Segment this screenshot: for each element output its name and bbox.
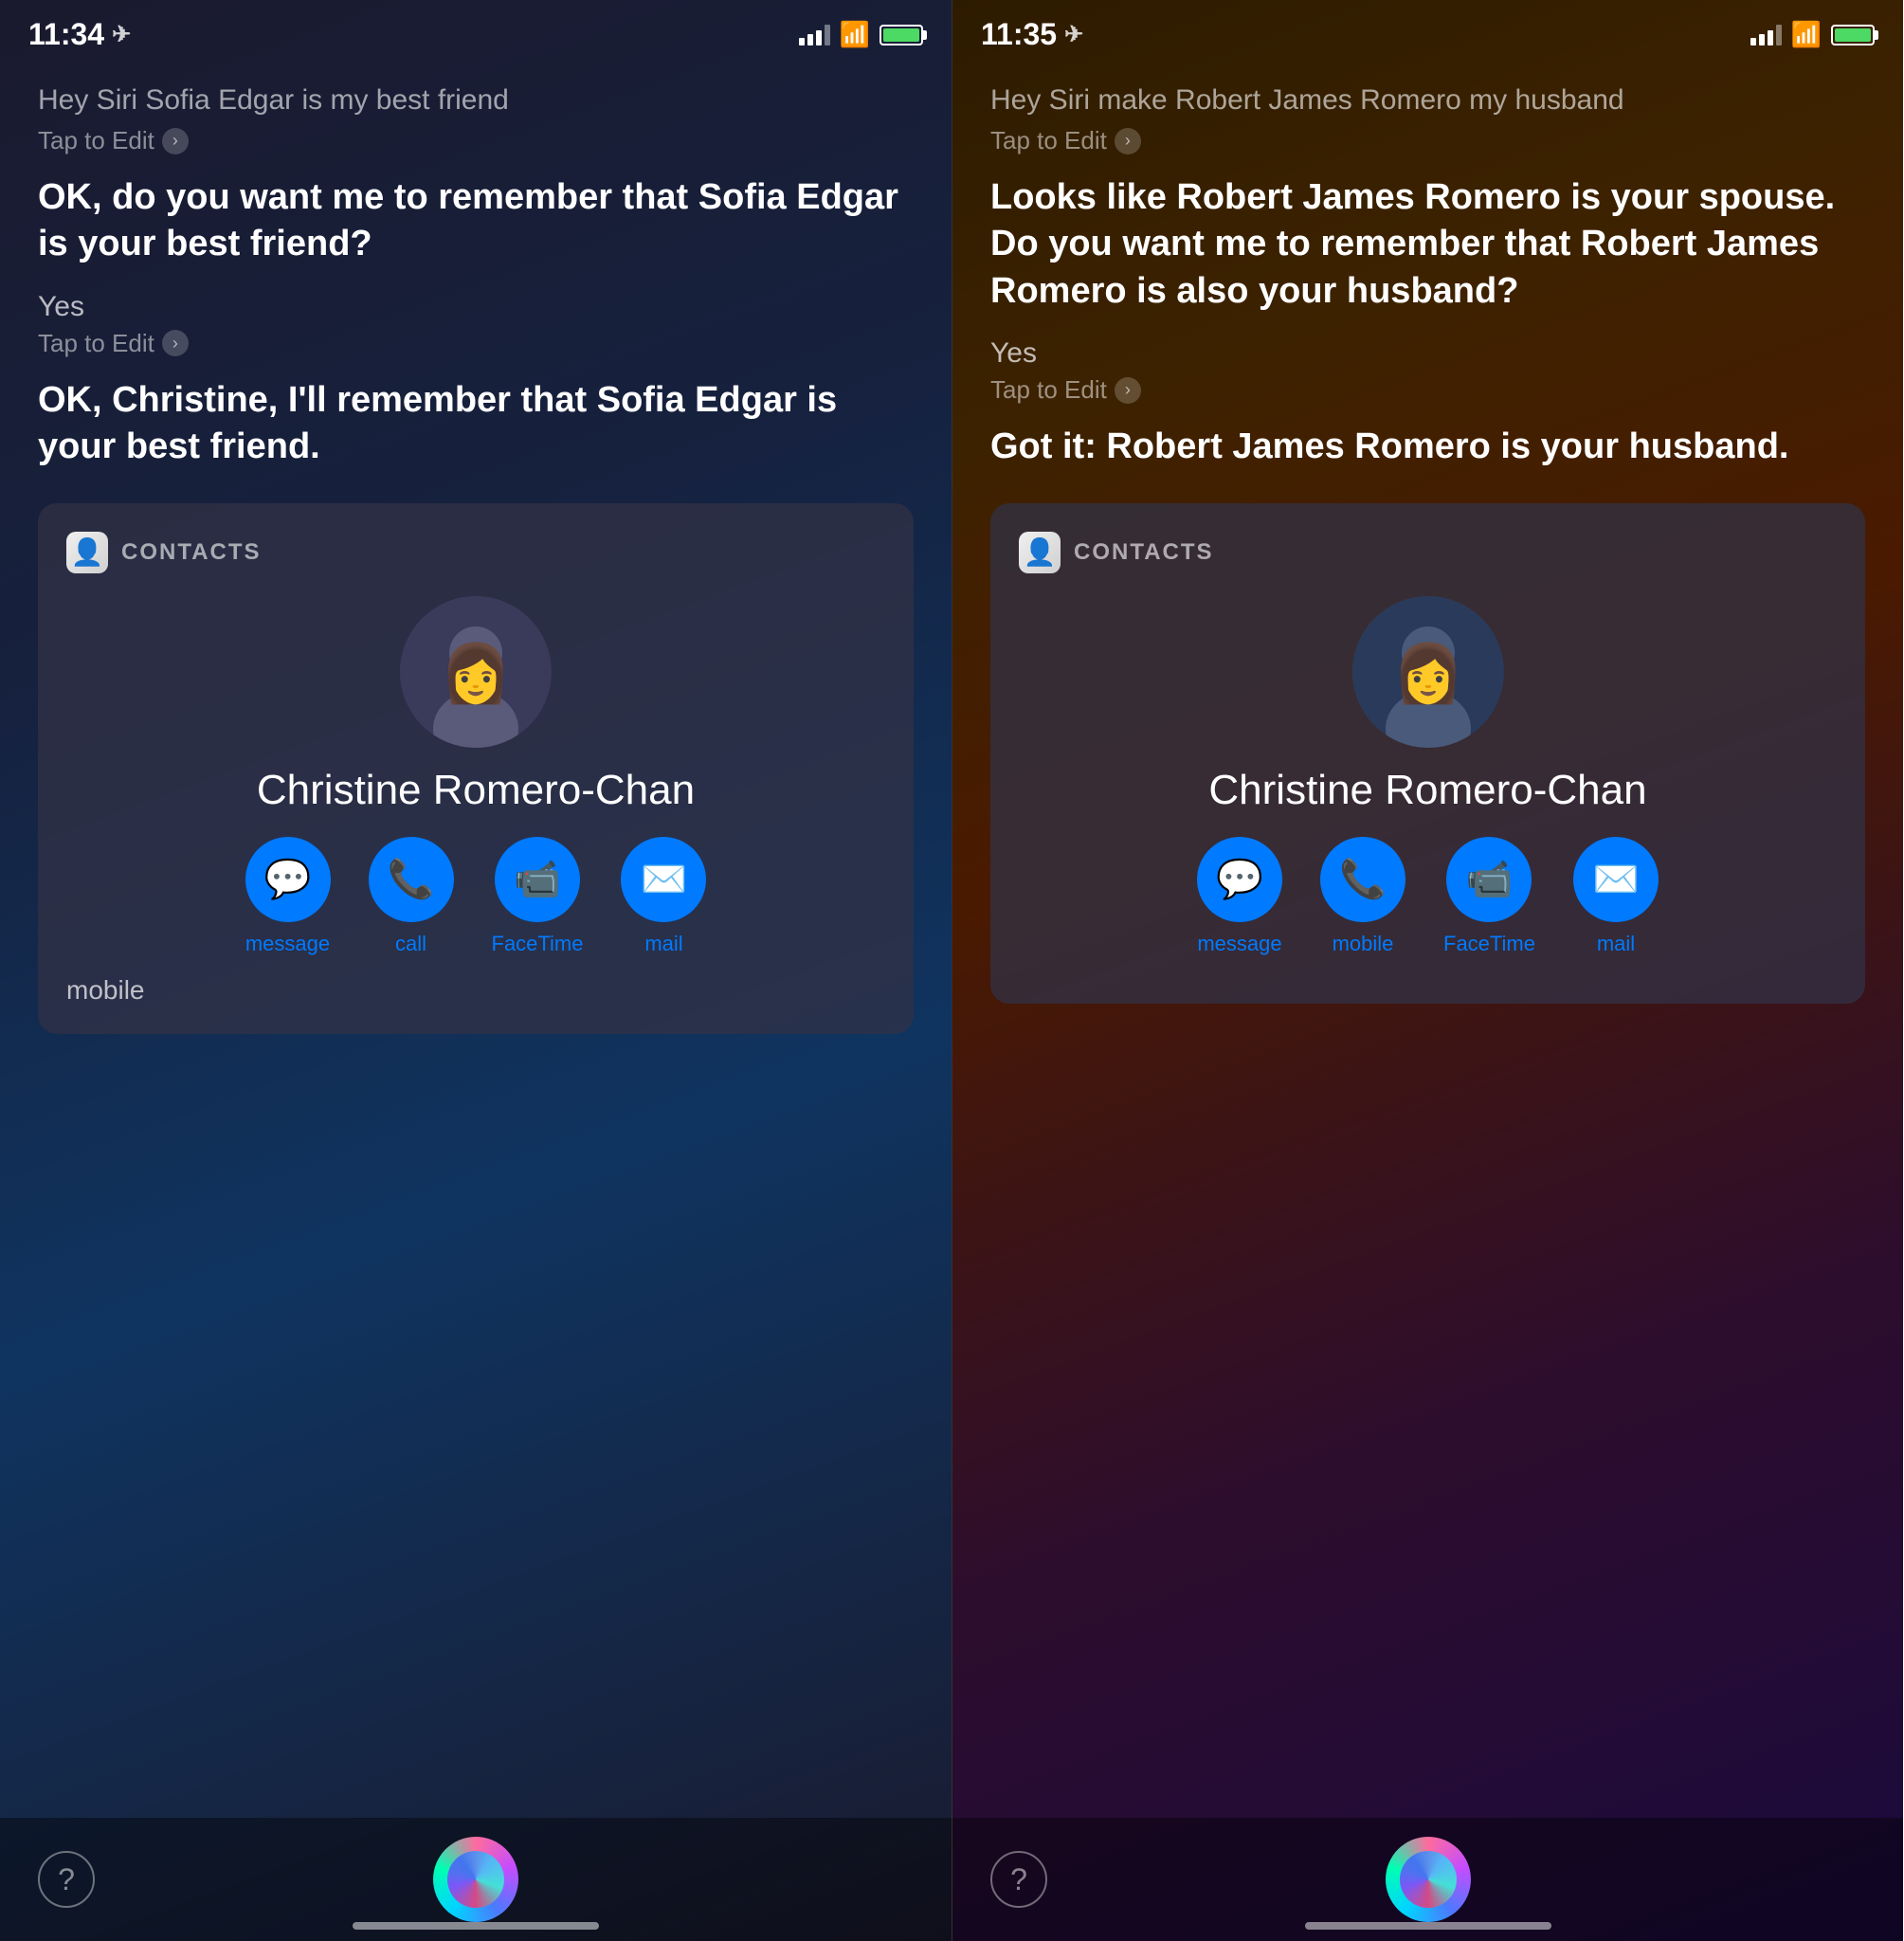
signal-icon-left [799,25,830,45]
left-contacts-card: 👤 CONTACTS 👩 Christine Romero-Chan 💬 [38,503,914,1034]
battery-icon-right [1831,25,1875,45]
time-left: 11:34 [28,17,104,52]
left-mobile-label: mobile [66,975,885,1006]
right-siri-response-2: Got it: Robert James Romero is your husb… [990,424,1865,470]
status-icons-right: 📶 [1750,20,1875,49]
siri-orb-inner-right [1400,1851,1457,1908]
left-contacts-header: 👤 CONTACTS [66,532,885,573]
left-action-mail-label: mail [644,932,682,956]
help-icon-right: ? [1010,1862,1027,1897]
message-icon-right[interactable]: 💬 [1197,837,1282,922]
time-right: 11:35 [981,17,1057,52]
left-panel: 11:34 ✈ 📶 Hey Siri Sofia Edgar is my bes… [0,0,952,1941]
mobile-icon-right[interactable]: 📞 [1320,837,1405,922]
wifi-icon-right: 📶 [1791,20,1822,49]
right-contact-actions: 💬 message 📞 mobile 📹 FaceTime ✉️ mail [1019,837,1837,956]
left-content: Hey Siri Sofia Edgar is my best friend T… [0,62,952,1818]
wifi-icon-left: 📶 [840,20,870,49]
facetime-icon-left[interactable]: 📹 [495,837,580,922]
status-icons-left: 📶 [799,20,923,49]
left-contact-actions: 💬 message 📞 call 📹 FaceTime ✉️ mail [66,837,885,956]
left-action-message-label: message [245,932,330,956]
left-tap-arrow-1[interactable]: › [162,128,189,154]
svg-text:👩: 👩 [441,641,512,706]
right-contacts-card: 👤 CONTACTS 👩 Christine Romero-Chan 💬 [990,503,1865,1004]
left-tap-label-1: Tap to Edit [38,126,154,155]
help-icon-left: ? [58,1862,75,1897]
left-avatar-container: 👩 [66,596,885,748]
left-siri-response-2: OK, Christine, I'll remember that Sofia … [38,377,914,471]
facetime-icon-right[interactable]: 📹 [1446,837,1532,922]
right-tap-arrow-1[interactable]: › [1115,128,1141,154]
right-tap-label-1: Tap to Edit [990,126,1107,155]
right-tap-arrow-2[interactable]: › [1115,377,1141,404]
left-tap-to-edit-1[interactable]: Tap to Edit › [38,126,914,155]
contacts-app-icon-left: 👤 [66,532,108,573]
right-action-mail[interactable]: ✉️ mail [1573,837,1659,956]
mail-icon-right[interactable]: ✉️ [1573,837,1659,922]
svg-text:👩: 👩 [1392,641,1463,706]
left-action-call-label: call [395,932,426,956]
status-bar-left: 11:34 ✈ 📶 [0,0,952,62]
mail-icon-left[interactable]: ✉️ [621,837,706,922]
battery-icon-left [879,25,923,45]
right-contacts-label: CONTACTS [1074,539,1214,566]
left-help-button[interactable]: ? [38,1851,95,1908]
right-siri-orb[interactable] [1386,1837,1471,1922]
right-action-mobile[interactable]: 📞 mobile [1320,837,1405,956]
right-tap-label-2: Tap to Edit [990,375,1107,405]
left-tap-label-2: Tap to Edit [38,329,154,358]
location-arrow-right: ✈ [1064,21,1083,48]
left-action-mail[interactable]: ✉️ mail [621,837,706,956]
right-action-mail-label: mail [1597,932,1635,956]
right-contact-name: Christine Romero-Chan [1019,767,1837,814]
right-contact-avatar: 👩 [1352,596,1504,748]
right-action-message[interactable]: 💬 message [1197,837,1282,956]
right-tap-to-edit-1[interactable]: Tap to Edit › [990,126,1865,155]
right-avatar-container: 👩 [1019,596,1837,748]
contacts-app-icon-right: 👤 [1019,532,1061,573]
right-action-mobile-label: mobile [1333,932,1394,956]
left-contacts-label: CONTACTS [121,539,262,566]
right-siri-response-1: Looks like Robert James Romero is your s… [990,174,1865,315]
left-action-message[interactable]: 💬 message [245,837,331,956]
right-contacts-header: 👤 CONTACTS [1019,532,1837,573]
right-query2-text: Yes [990,337,1865,370]
location-arrow-left: ✈ [112,21,131,48]
status-bar-right: 11:35 ✈ 📶 [952,0,1903,62]
right-action-facetime[interactable]: 📹 FaceTime [1443,837,1535,956]
left-tap-arrow-2[interactable]: › [162,330,189,356]
left-action-facetime[interactable]: 📹 FaceTime [492,837,584,956]
left-query1-text: Hey Siri Sofia Edgar is my best friend [38,81,914,120]
signal-icon-right [1750,25,1782,45]
right-action-facetime-label: FaceTime [1443,932,1535,956]
right-content: Hey Siri make Robert James Romero my hus… [952,62,1903,1818]
right-home-indicator [1305,1922,1551,1930]
left-contact-name: Christine Romero-Chan [66,767,885,814]
left-contact-avatar: 👩 [400,596,552,748]
left-siri-orb[interactable] [433,1837,518,1922]
left-action-facetime-label: FaceTime [492,932,584,956]
right-tap-to-edit-2[interactable]: Tap to Edit › [990,375,1865,405]
left-bottom-bar: ? [0,1818,952,1941]
right-action-message-label: message [1197,932,1281,956]
call-icon-left[interactable]: 📞 [369,837,454,922]
right-panel: 11:35 ✈ 📶 Hey Siri make Robert James Rom… [952,0,1903,1941]
siri-orb-inner-left [447,1851,504,1908]
left-action-call[interactable]: 📞 call [369,837,454,956]
left-query2-text: Yes [38,291,914,323]
message-icon-left[interactable]: 💬 [245,837,331,922]
right-help-button[interactable]: ? [990,1851,1047,1908]
left-siri-response-1: OK, do you want me to remember that Sofi… [38,174,914,268]
right-query1-text: Hey Siri make Robert James Romero my hus… [990,81,1865,120]
left-tap-to-edit-2[interactable]: Tap to Edit › [38,329,914,358]
right-bottom-bar: ? [952,1818,1903,1941]
left-home-indicator [353,1922,599,1930]
